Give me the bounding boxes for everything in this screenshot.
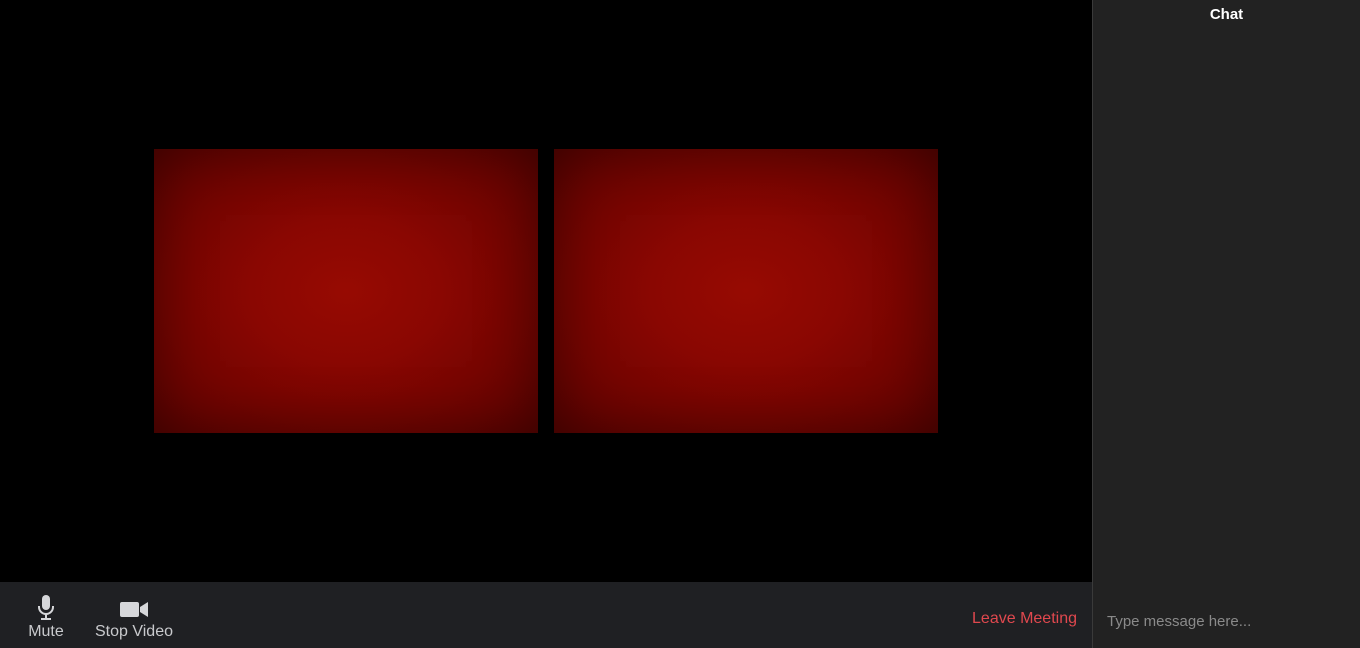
chat-message-input[interactable] xyxy=(1107,608,1347,634)
chat-panel: Chat xyxy=(1092,0,1360,648)
leave-meeting-button[interactable]: Leave Meeting xyxy=(972,610,1077,628)
mute-label: Mute xyxy=(28,623,64,640)
meeting-window: Mute Stop Video Leave Meeting Chat xyxy=(0,0,1360,648)
microphone-icon xyxy=(38,595,54,620)
video-stage xyxy=(0,0,1092,582)
stop-video-button[interactable]: Stop Video xyxy=(94,582,174,648)
stop-video-label: Stop Video xyxy=(95,623,173,640)
meeting-toolbar: Mute Stop Video Leave Meeting xyxy=(0,582,1092,648)
participant-video-tile[interactable] xyxy=(154,149,538,433)
video-camera-icon xyxy=(120,602,148,617)
chat-title: Chat xyxy=(1209,6,1244,23)
participant-video-tile[interactable] xyxy=(554,149,938,433)
mute-button[interactable]: Mute xyxy=(26,582,66,648)
